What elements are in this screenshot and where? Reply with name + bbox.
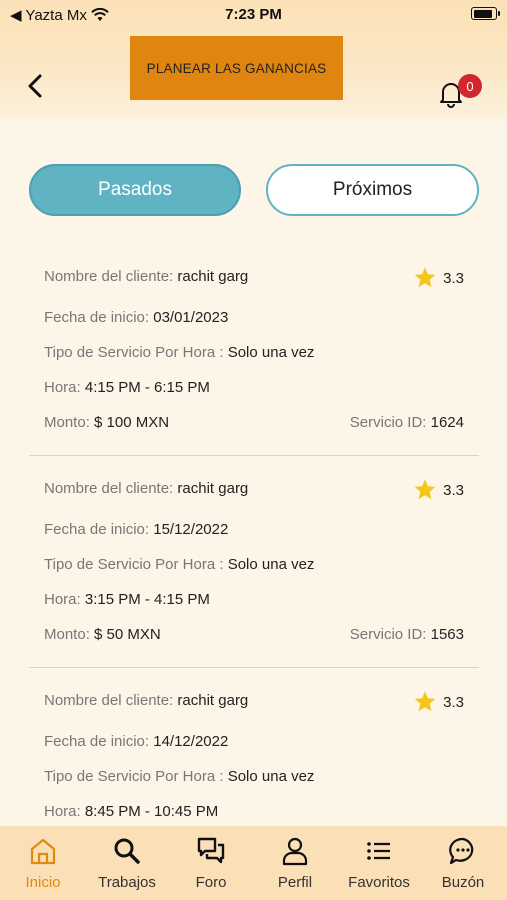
client-row: Nombre del cliente: rachit garg: [44, 268, 248, 285]
hour-value: 4:15 PM - 6:15 PM: [84, 379, 210, 396]
nav-label: Trabajos: [98, 874, 156, 891]
booking-card[interactable]: Nombre del cliente: rachit garg 3.3 Fech…: [29, 682, 479, 826]
chat-bubbles-icon: [196, 836, 226, 866]
client-row: Nombre del cliente: rachit garg: [44, 692, 248, 709]
service-type-value: Solo una vez: [227, 768, 315, 785]
nav-item-favoritos[interactable]: Favoritos: [337, 826, 421, 900]
start-date-row: Fecha de inicio: 03/01/2023: [44, 309, 228, 326]
service-type-value: Solo una vez: [227, 344, 315, 361]
nav-label: Perfil: [277, 874, 313, 891]
service-type-label: Tipo de Servicio Por Hora :: [44, 768, 224, 785]
client-row: Nombre del cliente: rachit garg: [44, 480, 248, 497]
service-id-label: Servicio ID:: [349, 626, 427, 643]
status-bar: ◀ Yazta Mx 7:23 PM: [0, 0, 507, 30]
nav-label: Foro: [195, 874, 227, 891]
service-type-value: Solo una vez: [227, 556, 315, 573]
rating: 3.3: [413, 690, 464, 714]
hour-label: Hora:: [44, 379, 81, 396]
nav-item-foro[interactable]: Foro: [169, 826, 253, 900]
amount-label: Monto:: [44, 414, 90, 431]
notification-badge: 0: [458, 74, 482, 98]
nav-label: Favoritos: [348, 874, 410, 891]
service-type-label: Tipo de Servicio Por Hora :: [44, 556, 224, 573]
banner-text: PLANEAR LAS GANANCIAS: [146, 60, 327, 76]
nav-item-trabajos[interactable]: Trabajos: [85, 826, 169, 900]
service-id-row: Servicio ID: 1563: [350, 626, 464, 643]
search-icon: [112, 836, 142, 866]
star-icon: [414, 691, 436, 711]
battery-icon: [471, 7, 500, 20]
client-label: Nombre del cliente:: [44, 268, 174, 285]
amount-label: Monto:: [44, 626, 90, 643]
hour-value: 3:15 PM - 4:15 PM: [84, 591, 210, 608]
service-id-label: Servicio ID:: [349, 414, 427, 431]
service-type-row: Tipo de Servicio Por Hora : Solo una vez: [44, 556, 314, 573]
list-icon: [364, 836, 394, 866]
rating-value: 3.3: [443, 269, 464, 287]
hour-value: 8:45 PM - 10:45 PM: [84, 803, 219, 820]
service-id-value: 1624: [430, 414, 464, 431]
rating: 3.3: [413, 478, 464, 502]
amount-row: Monto: $ 50 MXN: [44, 626, 161, 643]
tab-past[interactable]: Pasados: [29, 164, 241, 216]
service-type-row: Tipo de Servicio Por Hora : Solo una vez: [44, 344, 314, 361]
divider: [29, 455, 479, 456]
battery-level: [473, 9, 492, 18]
nav-item-buzon[interactable]: Buzón: [421, 826, 505, 900]
rating-value: 3.3: [443, 481, 464, 499]
star-icon: [414, 267, 436, 287]
hour-row: Hora: 3:15 PM - 4:15 PM: [44, 591, 210, 608]
booking-card[interactable]: Nombre del cliente: rachit garg 3.3 Fech…: [29, 470, 479, 680]
service-type-row: Tipo de Servicio Por Hora : Solo una vez: [44, 768, 314, 785]
status-time: 7:23 PM: [225, 6, 282, 23]
start-date-row: Fecha de inicio: 14/12/2022: [44, 733, 228, 750]
start-date-value: 14/12/2022: [153, 733, 229, 750]
start-date-value: 15/12/2022: [153, 521, 229, 538]
rating: 3.3: [413, 266, 464, 290]
amount-value: $ 100 MXN: [94, 414, 170, 431]
back-button[interactable]: [22, 72, 48, 100]
start-date-row: Fecha de inicio: 15/12/2022: [44, 521, 228, 538]
amount-row: Monto: $ 100 MXN: [44, 414, 169, 431]
start-date-label: Fecha de inicio:: [44, 521, 150, 538]
booking-card[interactable]: Nombre del cliente: rachit garg 3.3 Fech…: [29, 258, 479, 468]
earnings-plan-banner[interactable]: PLANEAR LAS GANANCIAS: [130, 36, 343, 100]
hour-label: Hora:: [44, 803, 81, 820]
client-name: rachit garg: [177, 480, 249, 497]
person-icon: [280, 836, 310, 866]
start-date-label: Fecha de inicio:: [44, 733, 150, 750]
nav-item-inicio[interactable]: Inicio: [1, 826, 85, 900]
client-label: Nombre del cliente:: [44, 692, 174, 709]
hour-label: Hora:: [44, 591, 81, 608]
start-date-label: Fecha de inicio:: [44, 309, 150, 326]
rating-value: 3.3: [443, 693, 464, 711]
star-icon: [414, 479, 436, 499]
amount-value: $ 50 MXN: [94, 626, 161, 643]
hour-row: Hora: 8:45 PM - 10:45 PM: [44, 803, 218, 820]
client-label: Nombre del cliente:: [44, 480, 174, 497]
client-name: rachit garg: [177, 692, 249, 709]
service-type-label: Tipo de Servicio Por Hora :: [44, 344, 224, 361]
service-id-row: Servicio ID: 1624: [350, 414, 464, 431]
message-icon: [448, 836, 478, 866]
home-icon: [28, 836, 58, 866]
nav-label: Inicio: [25, 874, 61, 891]
nav-label: Buzón: [441, 874, 485, 891]
chevron-left-icon: [28, 74, 42, 98]
nav-item-perfil[interactable]: Perfil: [253, 826, 337, 900]
tab-upcoming[interactable]: Próximos: [266, 164, 479, 216]
bottom-nav: Inicio Trabajos Foro Perfil Favoritos Bu…: [0, 826, 507, 900]
divider: [29, 667, 479, 668]
start-date-value: 03/01/2023: [153, 309, 229, 326]
client-name: rachit garg: [177, 268, 249, 285]
hour-row: Hora: 4:15 PM - 6:15 PM: [44, 379, 210, 396]
service-id-value: 1563: [430, 626, 464, 643]
header: ◀ Yazta Mx 7:23 PM PLANEAR LAS GANANCIAS…: [0, 0, 507, 118]
